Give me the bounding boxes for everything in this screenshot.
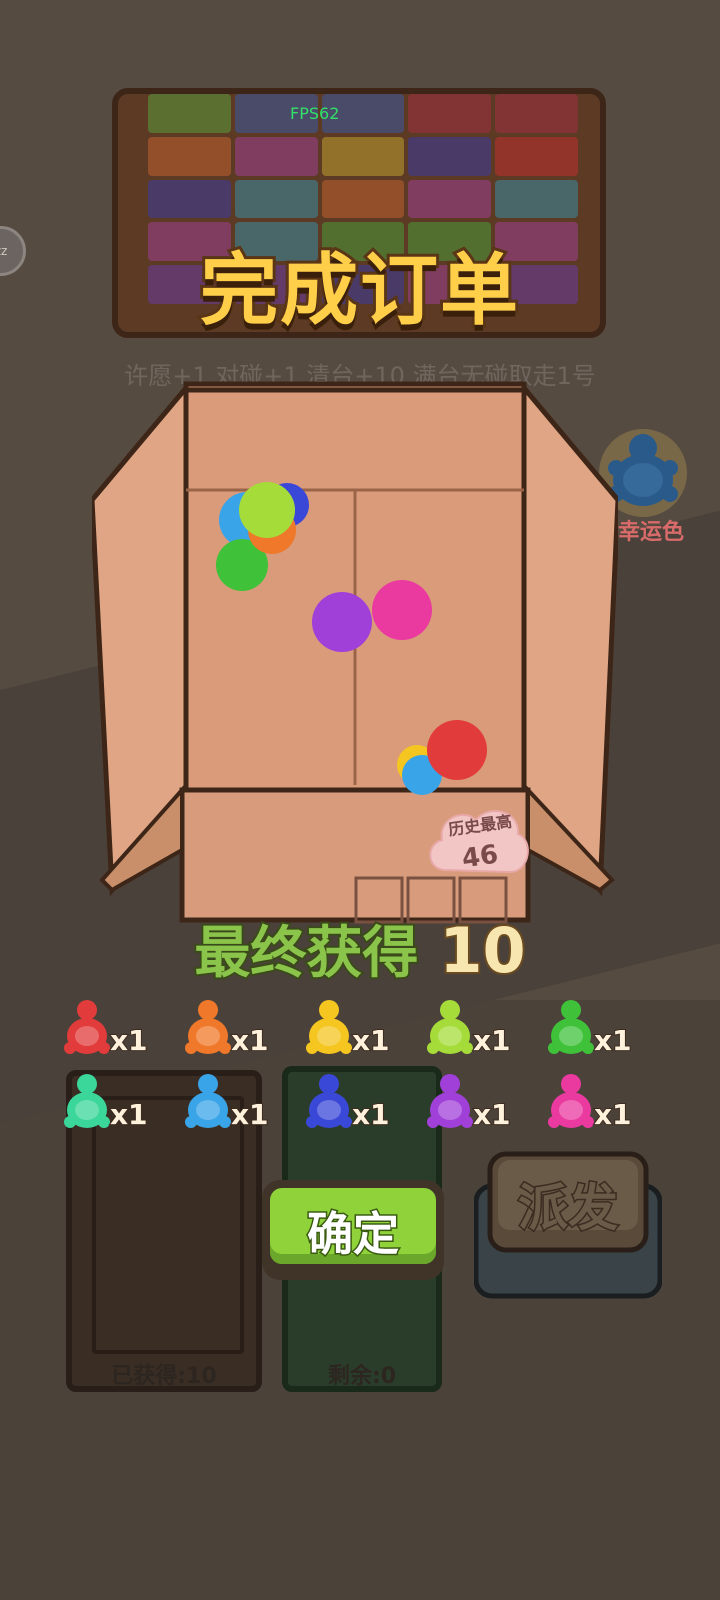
dispatch-label: 派发 [517, 1178, 620, 1239]
complete-order-title: 完成订单 [197, 243, 521, 339]
reward-pink: x1 [546, 1070, 656, 1140]
yellow-turtle-icon [306, 1000, 352, 1054]
lucky-color-label: 幸运色 [618, 520, 685, 545]
confirm-button[interactable]: 确定 [262, 1180, 444, 1280]
reward-purple: x1 [425, 1070, 535, 1140]
reward-red: x1 [62, 996, 172, 1066]
sky-turtle-icon [185, 1074, 231, 1128]
obtained-label: 已获得:10 [111, 1364, 217, 1389]
remaining-label: 剩余:0 [327, 1364, 397, 1389]
final-reward-value: 10 [437, 912, 527, 989]
fps-counter: FPS62 [290, 104, 340, 123]
confirm-button-face[interactable]: 确定 [270, 1188, 436, 1264]
reward-teal: x1 [62, 1070, 172, 1140]
blue-turtle-icon [306, 1074, 352, 1128]
final-reward: 最终获得 10 [0, 908, 720, 989]
red-turtle-icon [64, 1000, 110, 1054]
confirm-label: 确定 [306, 1206, 401, 1263]
reward-green: x1 [546, 996, 656, 1066]
pink-turtle-icon [548, 1074, 594, 1128]
reward-orange: x1 [183, 996, 293, 1066]
order-box [92, 381, 618, 924]
orange-turtle-icon [185, 1000, 231, 1054]
final-reward-label: 最终获得 [192, 919, 420, 988]
reward-sky: x1 [183, 1070, 293, 1140]
green-turtle-icon [548, 1000, 594, 1054]
teal-turtle-icon [64, 1074, 110, 1128]
lime-turtle-icon [427, 1000, 473, 1054]
purple-turtle-icon [427, 1074, 473, 1128]
reward-yellow: x1 [304, 996, 414, 1066]
reward-blue: x1 [304, 1070, 414, 1140]
reward-lime: x1 [425, 996, 535, 1066]
